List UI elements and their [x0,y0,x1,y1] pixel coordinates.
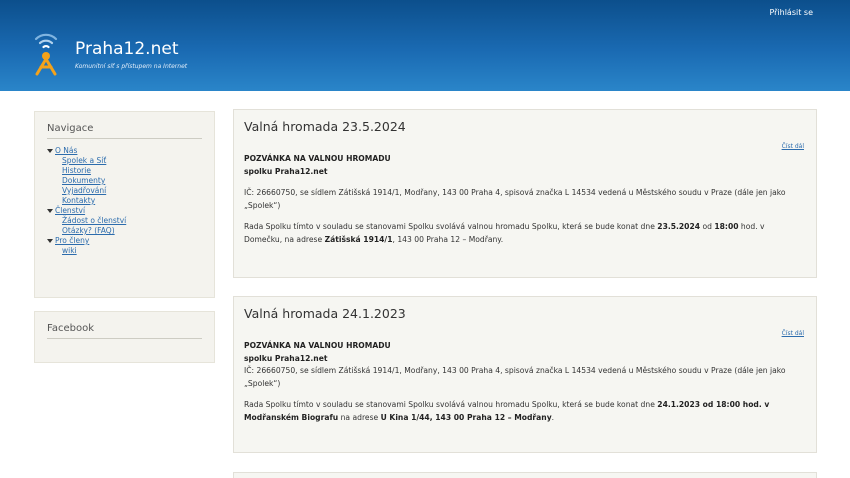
menu-link-pro-cleny[interactable]: Pro členy [55,236,89,245]
site-slogan: Komunitní síť s přístupem na Internet [75,63,188,70]
facebook-block: Facebook [34,311,215,363]
post-paragraph: Rada Spolku tímto v souladu se stanovami… [244,222,765,244]
menu-link-vyjadrovani[interactable]: Vyjadřování [62,186,106,195]
post-title: Valná hromada 24.1.2023 [244,306,406,321]
menu-link-spolek[interactable]: Spolek a Síť [62,156,106,165]
wifi-tower-icon[interactable] [33,30,59,76]
post-subheading: spolku Praha12.net [244,166,328,176]
menu-link-zadost[interactable]: Žádost o členství [62,216,126,225]
navigation-menu: O Nás Spolek a Síť Historie Dokumenty Vy… [47,146,214,256]
menu-link-wiki[interactable]: wiki [62,246,77,255]
menu-link-historie[interactable]: Historie [62,166,91,175]
post-3 [233,472,817,478]
menu-item-pro-cleny: Pro členy wiki [47,236,214,256]
post-body: POZVÁNKA NA VALNOU HROMADU spolku Praha12… [244,153,804,255]
post-1: Valná hromada 23.5.2024 Číst dál POZVÁNK… [233,109,817,278]
facebook-title: Facebook [47,323,202,339]
site-header: Přihlásit se Praha12.net Komunitní síť s… [0,0,850,91]
menu-link-kontakty[interactable]: Kontakty [62,196,95,205]
post-heading: POZVÁNKA NA VALNOU HROMADU [244,341,391,350]
menu-item-clenstvi: Členství Žádost o členství Otázky? (FAQ) [47,206,214,236]
post-body: POZVÁNKA NA VALNOU HROMADU spolku Praha12… [244,340,804,433]
site-name-link[interactable]: Praha12.net [75,39,179,59]
post-subheading: spolku Praha12.net [244,353,328,363]
menu-link-faq[interactable]: Otázky? (FAQ) [62,226,115,235]
navigation-title: Navigace [47,123,202,139]
post-2: Valná hromada 24.1.2023 Číst dál POZVÁNK… [233,296,817,453]
post-paragraph: Rada Spolku tímto v souladu se stanovami… [244,400,770,422]
read-more-link[interactable]: Číst dál [782,330,804,337]
read-more-link[interactable]: Číst dál [782,143,804,150]
menu-item-o-nas: O Nás Spolek a Síť Historie Dokumenty Vy… [47,146,214,206]
menu-link-clenstvi[interactable]: Členství [55,206,85,215]
menu-link-dokumenty[interactable]: Dokumenty [62,176,105,185]
post-paragraph: IČ: 26660750, se sídlem Zátišská 1914/1,… [244,366,786,388]
post-heading: POZVÁNKA NA VALNOU HROMADU [244,154,391,163]
post-title: Valná hromada 23.5.2024 [244,119,406,134]
login-link[interactable]: Přihlásit se [769,8,813,17]
post-paragraph: IČ: 26660750, se sídlem Zátišská 1914/1,… [244,188,786,210]
navigation-block: Navigace O Nás Spolek a Síť Historie Dok… [34,111,215,298]
menu-link-o-nas[interactable]: O Nás [55,146,77,155]
